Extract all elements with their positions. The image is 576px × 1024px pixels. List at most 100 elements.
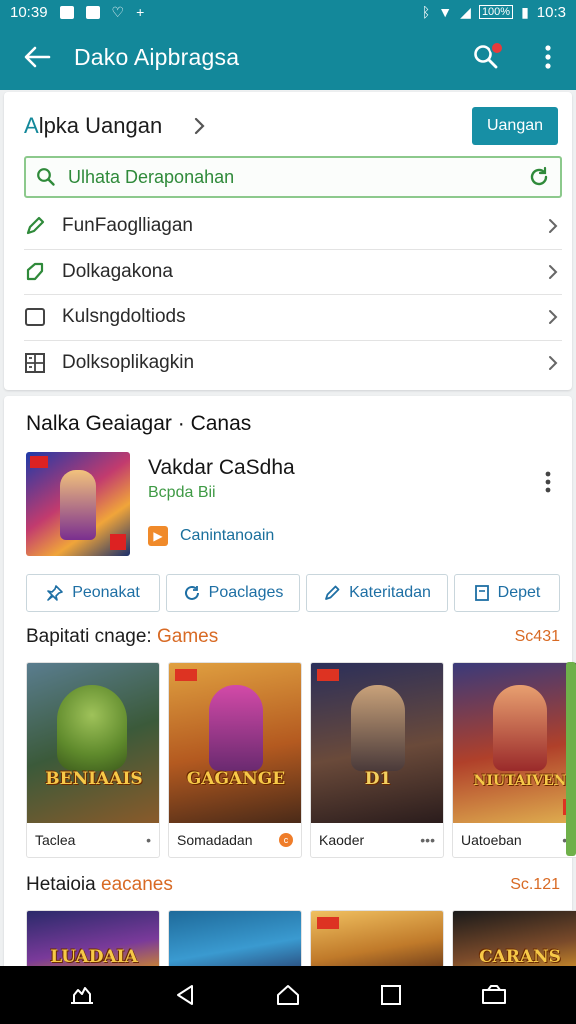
featured-game-title: Vakdar CaSdha <box>148 456 295 479</box>
game-action[interactable]: • <box>146 832 151 848</box>
row-count-link[interactable]: Sc.121 <box>510 876 560 894</box>
game-title: Taclea <box>35 832 76 848</box>
search-icon <box>36 167 58 187</box>
game-action[interactable]: c <box>279 833 293 847</box>
game-tile[interactable]: GAGANGE Somadadan c <box>168 662 302 858</box>
menu-item-label: FunFaoglliagan <box>62 215 193 237</box>
chevron-right-icon[interactable] <box>194 117 206 135</box>
game-artwork: CARANS <box>453 911 576 971</box>
card-title-text: lpka Uangan <box>38 113 163 138</box>
menu-item-label: Kulsngdoltiods <box>62 306 186 328</box>
header-card: Alpka Uangan Uangan Ulhata Deraponahan F… <box>4 92 572 390</box>
game-tile[interactable]: D1 Kaoder ••• <box>310 662 444 858</box>
window-icon <box>482 985 507 1004</box>
menu-item-label: Dolksoplikagkin <box>62 352 195 374</box>
row-title-text: Bapitati cnage: <box>26 626 152 647</box>
chevron-right-icon <box>548 309 558 325</box>
page-title: Dako Aipbragsa <box>74 43 240 70</box>
game-tile[interactable]: BENIAAIS Taclea • <box>26 662 160 858</box>
status-time-right: 10:3 <box>536 3 566 21</box>
more-vertical-icon <box>545 471 551 493</box>
overflow-menu-button[interactable] <box>528 37 568 77</box>
chevron-right-icon <box>548 264 558 280</box>
navigation-bar <box>0 966 576 1024</box>
hand-icon <box>70 987 93 1004</box>
wifi-icon: ▼ <box>438 4 453 20</box>
battery-icon: ▮ <box>521 4 529 20</box>
games-row-header: Bapitati cnage: Games Sc431 <box>26 626 560 648</box>
menu-item-label: Dolkagakona <box>62 260 173 282</box>
section-title: Nalka Geaiagar · Canas <box>26 412 252 435</box>
card-title-accent: A <box>24 113 39 138</box>
signal-icon: ◢ <box>460 4 471 20</box>
card-title[interactable]: Alpka Uangan <box>24 113 162 139</box>
checkbox-icon <box>24 306 52 328</box>
back-button[interactable] <box>0 24 74 90</box>
featured-game-subtitle: Bcpda Bii <box>148 484 216 501</box>
bluetooth-icon: ᛒ <box>421 4 431 20</box>
chip-poaclages[interactable]: Poaclages <box>166 574 300 612</box>
featured-game[interactable]: Vakdar CaSdha Bcpda Bii ▶ Canintanoain <box>26 452 566 562</box>
nav-home-button[interactable] <box>266 973 310 1017</box>
chip-label: Peonakat <box>72 584 140 601</box>
game-tile[interactable] <box>168 910 302 972</box>
nav-assistant-button[interactable] <box>60 973 104 1017</box>
notification-icon <box>59 5 74 19</box>
home-icon <box>276 985 299 1005</box>
chip-label: Poaclages <box>208 584 284 601</box>
game-artwork: D1 <box>311 663 443 823</box>
game-tile[interactable]: LUADAIA <box>26 910 160 972</box>
featured-more-button[interactable] <box>536 462 560 502</box>
app-bar: Dako Aipbragsa <box>0 24 576 90</box>
heart-icon: ♡ <box>111 4 125 20</box>
plus-icon: + <box>136 4 145 20</box>
featured-tag-label: Canintanoain <box>180 527 275 544</box>
chip-label: Depet <box>497 584 541 601</box>
search-button[interactable] <box>466 37 506 77</box>
game-tile[interactable]: CARANS <box>452 910 576 972</box>
game-title: Somadadan <box>177 832 253 848</box>
game-art-title: D1 <box>364 769 392 789</box>
games-row-header: Hetaioia eacanes Sc.121 <box>26 874 560 896</box>
filter-chips: Peonakat Poaclages Kateritadan Depet <box>26 574 566 612</box>
nav-menu-button[interactable] <box>472 973 516 1017</box>
games-row: BENIAAIS Taclea • GAGANGE Somadadan c D1 <box>26 662 576 858</box>
nav-recents-button[interactable] <box>369 973 413 1017</box>
primary-action-button[interactable]: Uangan <box>472 107 558 145</box>
menu-item[interactable]: Kulsngdoltiods <box>24 295 562 341</box>
battery-indicator: 100% <box>478 5 514 19</box>
game-tile-peek[interactable] <box>566 662 576 856</box>
menu-item[interactable]: Dolksoplikagkin <box>24 341 562 387</box>
chip-kateritadan[interactable]: Kateritadan <box>306 574 448 612</box>
chip-depet[interactable]: Depet <box>454 574 560 612</box>
row-title: Hetaioia eacanes <box>26 874 173 896</box>
chevron-right-icon <box>548 355 558 371</box>
tag-icon: ▶ <box>148 526 168 546</box>
row-title-accent: eacanes <box>101 874 173 895</box>
game-action[interactable]: ••• <box>420 832 435 848</box>
game-art-title: NIUTAIVEN <box>473 773 567 789</box>
menu-item[interactable]: FunFaoglliagan <box>24 204 562 250</box>
game-artwork: BENIAAIS <box>27 663 159 823</box>
back-triangle-icon <box>176 985 193 1005</box>
menu-item[interactable]: Dolkagakona <box>24 250 562 295</box>
game-tile[interactable] <box>310 910 444 972</box>
game-artwork: NIUTAIVEN <box>453 663 576 823</box>
game-art-title: GAGANGE <box>186 769 286 789</box>
row-title: Bapitati cnage: Games <box>26 626 218 648</box>
game-tile[interactable]: NIUTAIVEN Uatoeban••• <box>452 662 576 858</box>
search-placeholder: Ulhata Deraponahan <box>68 166 235 187</box>
content-card: Nalka Geaiagar · Canas Vakdar CaSdha Bcp… <box>4 396 576 996</box>
row-count-link[interactable]: Sc431 <box>515 628 560 646</box>
game-artwork: LUADAIA <box>27 911 159 971</box>
game-artwork <box>311 911 443 971</box>
nav-back-button[interactable] <box>163 973 207 1017</box>
search-field[interactable]: Ulhata Deraponahan <box>24 156 562 198</box>
game-title: Kaoder <box>319 832 365 848</box>
notification-badge <box>490 41 504 55</box>
grid-icon <box>24 352 52 374</box>
chip-peonakat[interactable]: Peonakat <box>26 574 160 612</box>
refresh-icon[interactable] <box>528 166 550 188</box>
featured-game-tag[interactable]: ▶ Canintanoain <box>148 526 274 546</box>
game-art-title: CARANS <box>479 947 561 967</box>
